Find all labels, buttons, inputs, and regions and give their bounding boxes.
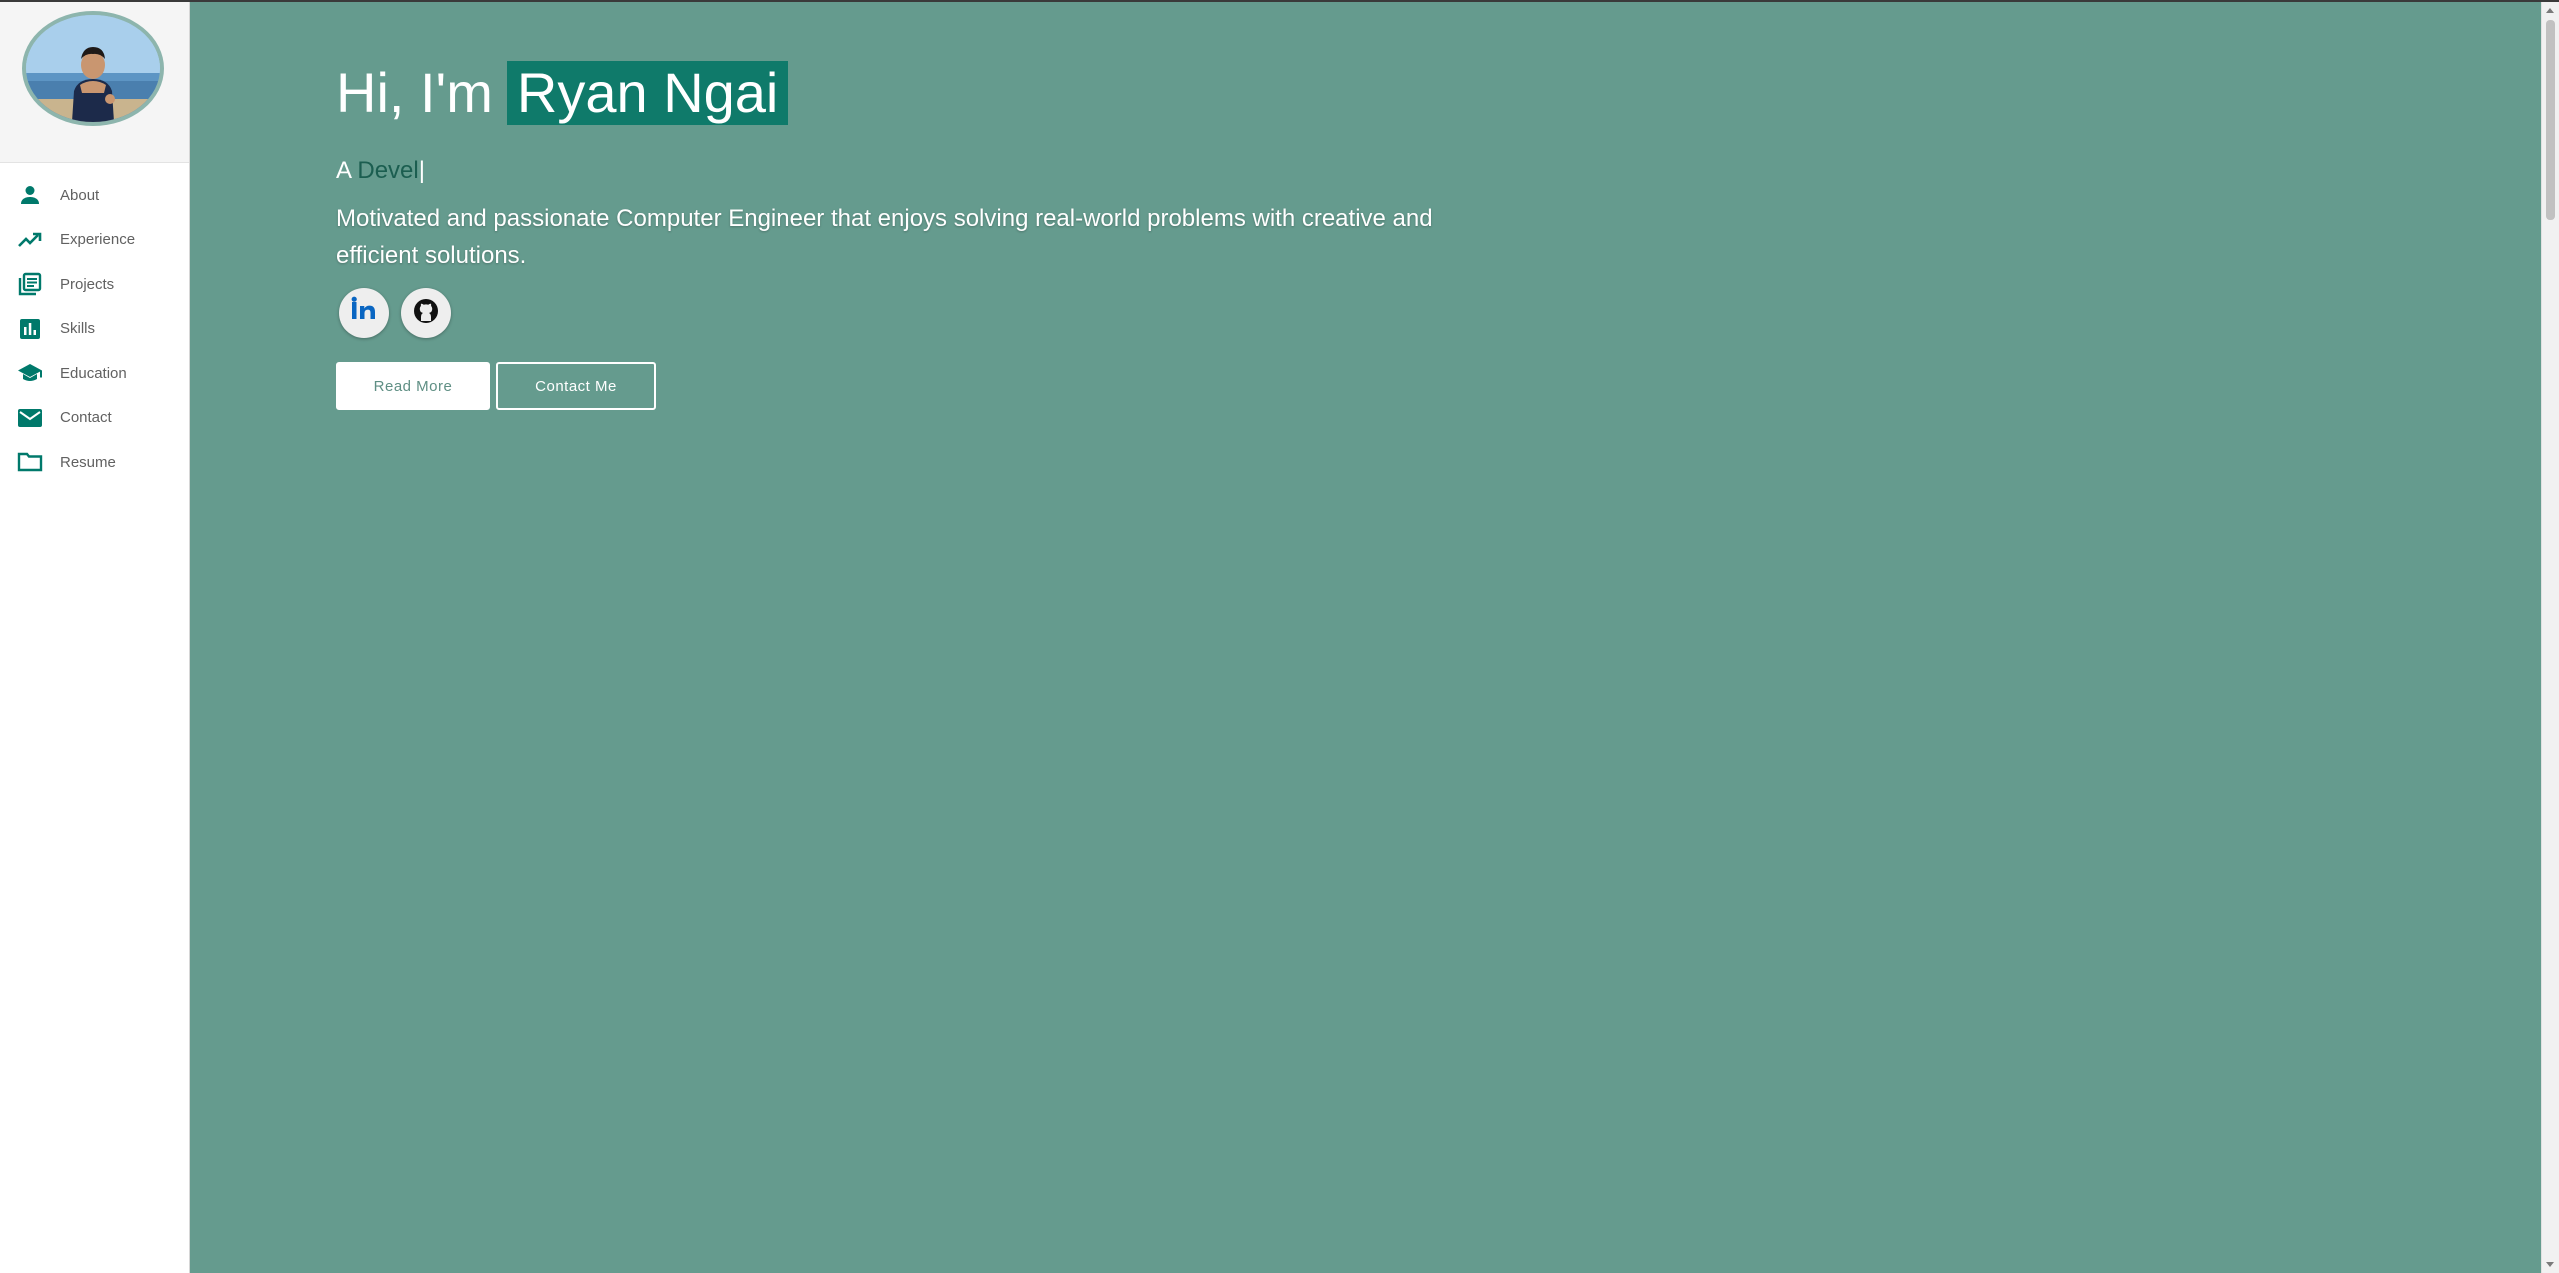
sidebar-item-label: Education	[60, 364, 127, 382]
avatar-header	[0, 2, 189, 163]
page-scrollbar[interactable]	[2541, 2, 2559, 1273]
sidebar-item-label: Resume	[60, 453, 116, 471]
folder-icon	[17, 449, 43, 475]
scroll-down-arrow-icon[interactable]	[2546, 1262, 2554, 1267]
sidebar-item-label: Projects	[60, 275, 115, 293]
read-more-button[interactable]: Read More	[336, 362, 490, 410]
hero-actions: Read More Contact Me	[336, 362, 1466, 410]
github-icon	[412, 297, 440, 330]
avatar	[22, 11, 164, 126]
sidebar-item-label: Skills	[60, 320, 96, 338]
scroll-up-arrow-icon[interactable]	[2546, 8, 2554, 13]
linkedin-icon	[349, 296, 379, 331]
intro-text: Motivated and passionate Computer Engine…	[336, 205, 1433, 269]
sidebar-item-resume[interactable]: Resume	[0, 440, 189, 485]
avatar-photo	[26, 15, 160, 122]
sidebar-item-label: About	[60, 186, 100, 204]
typing-cursor: |	[418, 157, 425, 184]
hero-content: Hi, I'm Ryan Ngai A Devel| Motivated and…	[336, 60, 1466, 410]
sidebar-item-experience[interactable]: Experience	[0, 218, 189, 263]
sidebar-item-about[interactable]: About	[0, 173, 189, 218]
mail-icon	[17, 405, 43, 431]
page-title: Hi, I'm Ryan Ngai	[336, 60, 1466, 126]
typing-prefix: A	[336, 157, 351, 184]
contact-me-button[interactable]: Contact Me	[496, 362, 656, 410]
bar-chart-icon	[17, 316, 43, 342]
sidebar-item-projects[interactable]: Projects	[0, 262, 189, 307]
sidebar-item-contact[interactable]: Contact	[0, 396, 189, 441]
school-icon	[17, 360, 43, 386]
sidebar-item-skills[interactable]: Skills	[0, 307, 189, 352]
name-highlight: Ryan Ngai	[506, 61, 789, 125]
window-top-border	[0, 0, 2559, 2]
greeting-prefix: Hi, I'm	[336, 61, 493, 124]
linkedin-button[interactable]	[339, 288, 389, 338]
sidebar: About Experience Projects Skills Educati…	[0, 2, 190, 1273]
social-links	[339, 288, 1466, 338]
typing-word: Devel	[357, 157, 419, 184]
github-button[interactable]	[401, 288, 451, 338]
person-icon	[17, 182, 43, 208]
library-books-icon	[17, 271, 43, 297]
sidebar-nav: About Experience Projects Skills Educati…	[0, 163, 189, 485]
scroll-thumb[interactable]	[2546, 20, 2555, 220]
sidebar-item-label: Experience	[60, 231, 136, 249]
sidebar-item-education[interactable]: Education	[0, 351, 189, 396]
trending-up-icon	[17, 227, 43, 253]
sidebar-item-label: Contact	[60, 409, 112, 427]
hero-section: Hi, I'm Ryan Ngai A Devel| Motivated and…	[190, 2, 2541, 1273]
typing-subtitle: A Devel|	[336, 156, 1466, 186]
